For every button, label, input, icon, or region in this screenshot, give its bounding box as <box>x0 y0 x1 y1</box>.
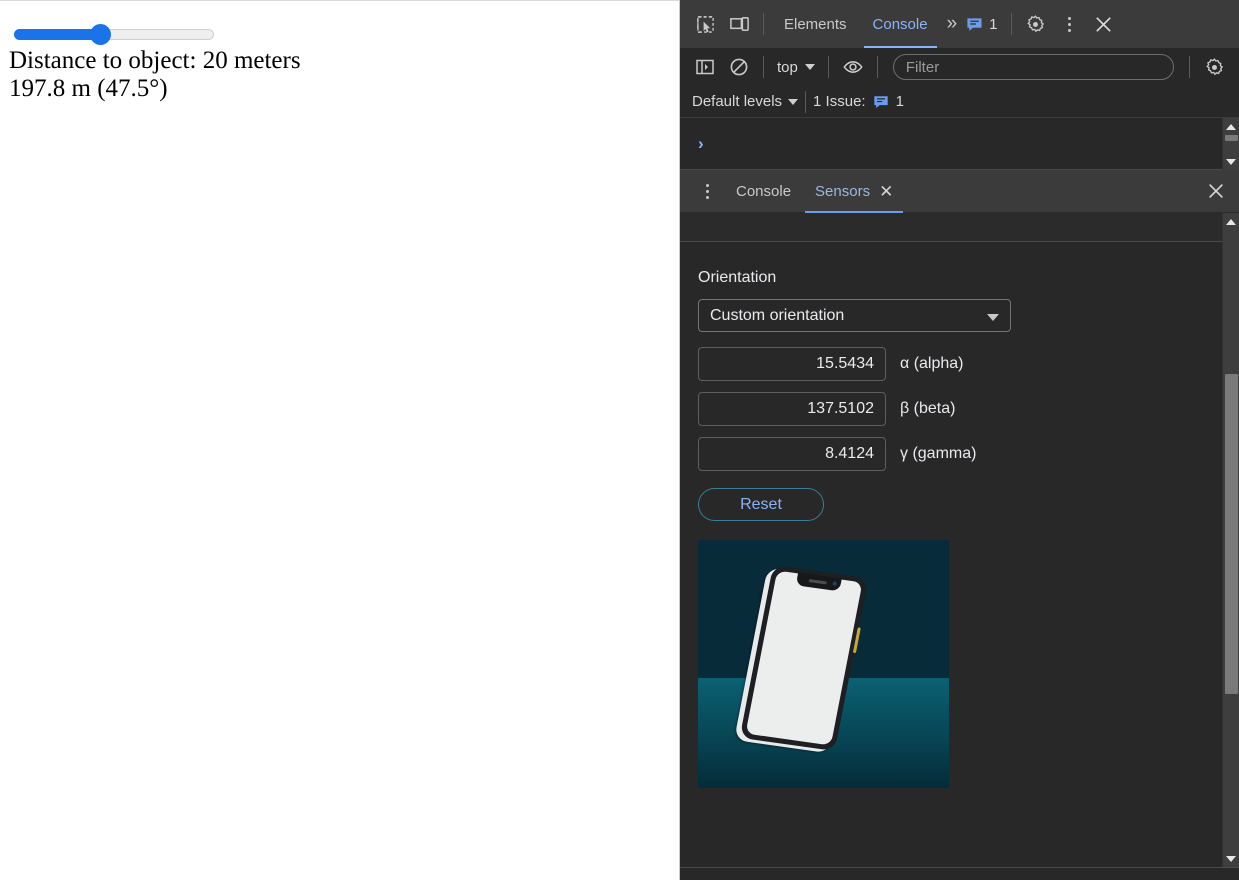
issues-speech-icon <box>967 17 982 31</box>
filter-input[interactable] <box>892 54 1174 80</box>
beta-row: β (beta) <box>698 392 1222 426</box>
orientation-preset-select[interactable]: Custom orientation <box>698 299 1011 332</box>
beta-input[interactable] <box>698 392 886 426</box>
device-toolbar-icon[interactable] <box>722 7 756 41</box>
gamma-input[interactable] <box>698 437 886 471</box>
slider-fill <box>14 29 100 40</box>
tab-console[interactable]: Console <box>860 0 941 48</box>
phone-camera-icon <box>832 581 838 586</box>
gear-icon[interactable] <box>1019 7 1053 41</box>
devtools-panel: Elements Console » 1 top Filter Default … <box>680 0 1239 880</box>
alpha-input[interactable] <box>698 347 886 381</box>
console-levels-bar: Default levels 1 Issue: 1 <box>680 86 1239 118</box>
phone-speaker <box>808 579 828 585</box>
console-settings-gear-icon[interactable] <box>1197 50 1231 84</box>
console-toolbar-divider-3 <box>876 56 878 78</box>
scroll-down-arrow-icon[interactable] <box>1223 850 1239 867</box>
alpha-row: α (alpha) <box>698 347 1222 381</box>
sensors-bottom-section <box>680 867 1239 880</box>
sensors-panel: Orientation Custom orientation α (alpha)… <box>680 213 1239 867</box>
scrollbar-thumb[interactable] <box>1224 374 1238 694</box>
scroll-up-arrow-icon[interactable] <box>1223 118 1239 135</box>
close-icon[interactable] <box>1087 7 1121 41</box>
three-dot-menu-icon[interactable] <box>1053 7 1087 41</box>
chevron-down-icon <box>788 98 799 105</box>
toolbar-divider <box>763 13 764 35</box>
scroll-up-arrow-icon[interactable] <box>1223 213 1239 230</box>
default-levels-label: Default levels <box>692 93 783 110</box>
sensors-scrollbar[interactable] <box>1222 213 1239 867</box>
sensors-toolbar <box>680 213 1239 242</box>
page-viewport: Distance to object: 20 meters 197.8 m (4… <box>0 0 680 880</box>
console-toolbar-divider-1 <box>763 56 764 78</box>
reset-button[interactable]: Reset <box>698 488 824 521</box>
gamma-label: γ (gamma) <box>900 445 977 462</box>
console-toolbar-divider-4 <box>1189 56 1190 78</box>
close-drawer-icon[interactable] <box>1201 176 1231 206</box>
issues-summary[interactable]: 1 Issue: 1 <box>813 93 904 110</box>
issues-summary-count: 1 <box>895 93 904 110</box>
distance-slider[interactable] <box>14 23 214 45</box>
chevron-down-icon <box>804 64 815 70</box>
orientation-preset-value: Custom orientation <box>710 306 845 324</box>
alpha-label: α (alpha) <box>900 355 964 372</box>
execution-context-selector[interactable]: top <box>771 54 821 80</box>
inspect-element-icon[interactable] <box>688 7 722 41</box>
scrollbar-thumb[interactable] <box>1224 135 1238 141</box>
more-tabs-icon[interactable]: » <box>941 13 961 35</box>
console-output-area[interactable]: › <box>680 118 1239 170</box>
device-orientation-3d-preview[interactable] <box>698 540 949 788</box>
drawer-tab-bar: Console Sensors ✕ <box>680 170 1239 213</box>
toolbar-divider-2 <box>1010 13 1012 35</box>
gamma-row: γ (gamma) <box>698 437 1222 471</box>
drawer-tab-sensors[interactable]: Sensors ✕ <box>803 170 905 213</box>
issues-badge[interactable]: 1 <box>960 7 1003 41</box>
devtools-main-toolbar: Elements Console » 1 <box>680 0 1239 48</box>
live-expression-eye-icon[interactable] <box>836 50 870 84</box>
drawer-more-options-icon[interactable] <box>690 174 724 208</box>
sensors-content: Orientation Custom orientation α (alpha)… <box>680 242 1222 867</box>
console-toolbar: top <box>680 48 1239 86</box>
default-levels-selector[interactable]: Default levels <box>692 93 799 110</box>
issues-summary-label: 1 Issue: <box>813 93 866 110</box>
slider-thumb[interactable] <box>90 24 111 45</box>
issues-speech-icon <box>873 95 888 108</box>
result-label: 197.8 m (47.5°) <box>9 75 168 102</box>
console-scrollbar[interactable] <box>1222 118 1239 170</box>
beta-label: β (beta) <box>900 400 956 417</box>
console-toolbar-divider-2 <box>827 56 829 78</box>
close-sensors-tab-icon[interactable]: ✕ <box>879 183 893 200</box>
tab-elements[interactable]: Elements <box>771 0 860 48</box>
levels-divider <box>805 90 807 113</box>
issues-count: 1 <box>989 15 998 33</box>
chevron-down-icon <box>987 314 999 321</box>
drawer-tab-sensors-label: Sensors <box>815 182 871 200</box>
scroll-down-arrow-icon[interactable] <box>1223 153 1239 170</box>
drawer-tab-console-label: Console <box>736 182 792 200</box>
console-prompt[interactable]: › <box>680 118 1239 169</box>
orientation-section-title: Orientation <box>698 269 777 286</box>
execution-context-label: top <box>777 58 798 76</box>
clear-console-icon[interactable] <box>722 50 756 84</box>
distance-label: Distance to object: 20 meters <box>9 47 301 74</box>
console-sidebar-icon[interactable] <box>688 50 722 84</box>
drawer-tab-console[interactable]: Console <box>724 170 803 213</box>
prompt-chevron-icon: › <box>698 133 704 153</box>
